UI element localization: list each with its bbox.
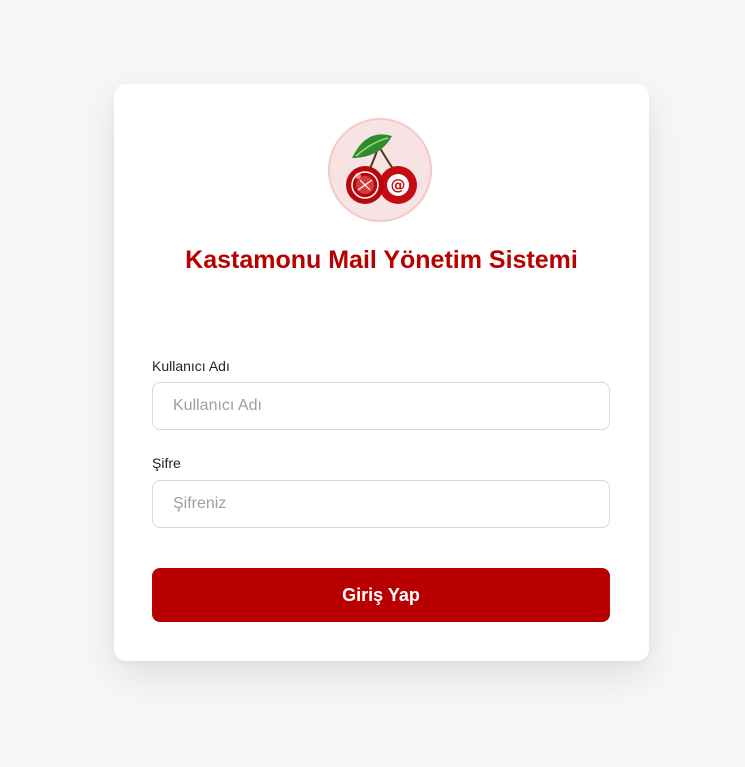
password-input[interactable] <box>152 480 610 528</box>
login-card: @ Kastamonu Mail Yönetim Sistemi Kullanı… <box>114 84 649 661</box>
page-title: Kastamonu Mail Yönetim Sistemi <box>185 246 578 274</box>
username-input[interactable] <box>152 382 610 430</box>
login-button[interactable]: Giriş Yap <box>152 568 610 622</box>
svg-text:@: @ <box>391 176 406 194</box>
password-label: Şifre <box>152 455 181 471</box>
username-label: Kullanıcı Adı <box>152 358 230 374</box>
cherry-logo-icon: @ <box>328 118 432 222</box>
